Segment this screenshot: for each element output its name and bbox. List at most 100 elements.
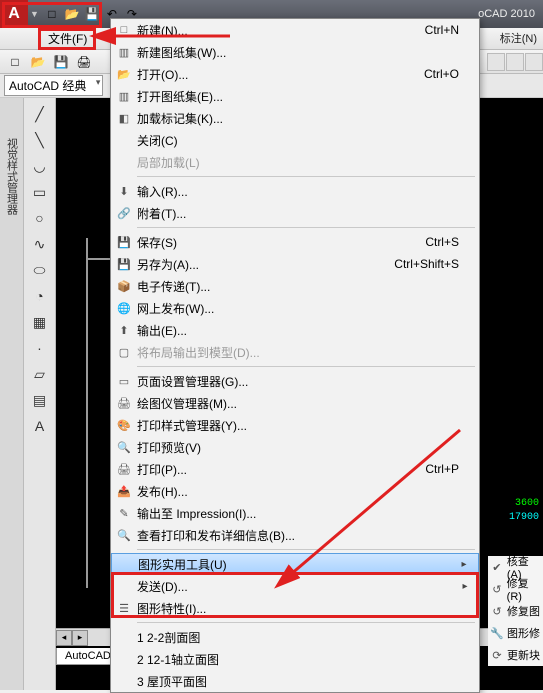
menu-etrans-label: 电子传递(T)... [137, 278, 459, 295]
scroll-left-icon[interactable]: ◂ [56, 630, 72, 646]
menu-open-short: Ctrl+O [424, 67, 459, 81]
menu-newsheet[interactable]: ▥ 新建图纸集(W)... [111, 41, 479, 63]
recover-icon: ↺ [490, 582, 504, 596]
menu-close[interactable]: 关闭(C) [111, 129, 479, 151]
impression-icon: ✎ [117, 506, 131, 520]
scroll-right-icon[interactable]: ▸ [72, 630, 88, 646]
menu-loadmarkup[interactable]: ◧加载标记集(K)... [111, 107, 479, 129]
ellipse-tool-icon[interactable]: ⬭ [30, 260, 50, 280]
menu-preview[interactable]: 🔍打印预览(V) [111, 436, 479, 458]
tb-btn-3[interactable] [525, 53, 543, 71]
right-toolbar [487, 50, 543, 74]
file-menu-dropdown: □新建(N)...Ctrl+N ▥ 新建图纸集(W)... 📂打开(O)...Ct… [110, 18, 480, 693]
menu-opensheet-label: 打开图纸集(E)... [137, 88, 459, 105]
new-icon[interactable]: □ [43, 5, 61, 23]
viewplot-icon: 🔍 [117, 528, 131, 542]
menu-plotstyle[interactable]: 🎨打印样式管理器(Y)... [111, 414, 479, 436]
visual-styles-panel[interactable]: 视觉样式管理器 [0, 98, 24, 690]
publish-icon: 📤 [117, 484, 131, 498]
menu-newsheet-label: 新建图纸集(W)... [137, 44, 459, 61]
line-tool-icon[interactable]: ╱ [30, 104, 50, 124]
menu-props-label: 图形特性(I)... [137, 600, 459, 617]
menu-recent-1[interactable]: 1 2-2剖面图 [111, 626, 479, 648]
saveas-icon: 💾 [117, 257, 131, 271]
dimension-1: 3600 [515, 498, 539, 509]
save-doc-icon[interactable]: 💾 [50, 52, 72, 72]
menu-open[interactable]: 📂打开(O)...Ctrl+O [111, 63, 479, 85]
submenu-dwgfix[interactable]: 🔧图形修 [488, 622, 543, 644]
menu-annotate[interactable]: 标注(N) [500, 30, 537, 46]
menu-saveas[interactable]: 💾另存为(A)...Ctrl+Shift+S [111, 253, 479, 275]
menu-pagesetup-label: 页面设置管理器(G)... [137, 373, 459, 390]
menu-webpub[interactable]: 🌐网上发布(W)... [111, 297, 479, 319]
open-icon[interactable]: 📂 [63, 5, 81, 23]
menu-partial: 局部加载(L) [111, 151, 479, 173]
point-tool-icon[interactable]: · [30, 338, 50, 358]
menu-send[interactable]: 发送(D)...▸ [111, 575, 479, 597]
menu-close-label: 关闭(C) [137, 132, 459, 149]
menu-preview-label: 打印预览(V) [137, 439, 459, 456]
menu-save[interactable]: 💾保存(S)Ctrl+S [111, 231, 479, 253]
open-doc-icon[interactable]: 📂 [27, 52, 49, 72]
submenu-update[interactable]: ⟳更新块 [488, 644, 543, 666]
menu-attach[interactable]: 🔗附着(T)... [111, 202, 479, 224]
menu-attach-label: 附着(T)... [137, 205, 459, 222]
menu-sep-1 [137, 176, 475, 177]
arc-tool-icon[interactable]: ◡ [30, 156, 50, 176]
recoverdwg-icon: ↺ [490, 604, 504, 618]
ellipse-arc-icon[interactable]: ◔ [30, 286, 50, 306]
export-layout-icon: ▢ [117, 345, 131, 359]
app-title: oCAD 2010 [478, 8, 535, 20]
save-icon[interactable]: 💾 [83, 5, 101, 23]
web-icon: 🌐 [117, 301, 131, 315]
menu-loadmarkup-label: 加载标记集(K)... [137, 110, 459, 127]
menu-opensheet[interactable]: ▥打开图纸集(E)... [111, 85, 479, 107]
menu-impress[interactable]: ✎ 输出至 Impression(I)... [111, 502, 479, 524]
menu-partial-label: 局部加载(L) [137, 154, 459, 171]
menu-plotter[interactable]: 🖨绘图仪管理器(M)... [111, 392, 479, 414]
menu-dwgutils-label: 图形实用工具(U) [138, 556, 458, 573]
menu-export[interactable]: ⬆输出(E)... [111, 319, 479, 341]
submenu-recoverdwg-label: 修复图 [507, 603, 540, 619]
menu-print[interactable]: 🖨打印(P)...Ctrl+P [111, 458, 479, 480]
tb-btn-2[interactable] [506, 53, 524, 71]
menu-export-label: 输出(E)... [137, 322, 459, 339]
menu-etrans[interactable]: 📦 电子传递(T)... [111, 275, 479, 297]
menu-new-label: 新建(N)... [137, 22, 425, 39]
menu-save-short: Ctrl+S [425, 235, 459, 249]
menu-pagesetup[interactable]: ▭页面设置管理器(G)... [111, 370, 479, 392]
spline-tool-icon[interactable]: ∿ [30, 234, 50, 254]
tb-btn-1[interactable] [487, 53, 505, 71]
etransmit-icon: 📦 [117, 279, 131, 293]
menu-exportlayout: ▢将布局输出到模型(D)... [111, 341, 479, 363]
menu-saveas-short: Ctrl+Shift+S [394, 257, 459, 271]
text-tool-icon[interactable]: A [30, 416, 50, 436]
props-icon: ☰ [117, 601, 131, 615]
new-doc-icon[interactable]: □ [4, 52, 26, 72]
circle-tool-icon[interactable]: ○ [30, 208, 50, 228]
print-icon[interactable]: 🖨 [73, 52, 95, 72]
menu-dwgutils[interactable]: 图形实用工具(U)▸ [111, 553, 479, 575]
region-tool-icon[interactable]: ▱ [30, 364, 50, 384]
app-logo[interactable]: A [0, 0, 28, 28]
menu-props[interactable]: ☰ 图形特性(I)... [111, 597, 479, 619]
workspace-selector[interactable]: AutoCAD 经典 [4, 75, 103, 96]
app-menu-arrow-icon[interactable]: ▼ [30, 9, 39, 19]
menu-recent-2[interactable]: 2 12-1轴立面图 [111, 648, 479, 670]
menu-impress-label: 输出至 Impression(I)... [137, 505, 459, 522]
rect-tool-icon[interactable]: ▭ [30, 182, 50, 202]
menu-recent-3[interactable]: 3 屋顶平面图 [111, 670, 479, 692]
submenu-recoverdwg[interactable]: ↺修复图 [488, 600, 543, 622]
menu-print-short: Ctrl+P [425, 462, 459, 476]
menu-viewplot[interactable]: 🔍查看打印和发布详细信息(B)... [111, 524, 479, 546]
hatch-tool-icon[interactable]: ▦ [30, 312, 50, 332]
menu-file[interactable]: 文件(F) [40, 28, 95, 49]
menu-r3-label: 3 屋顶平面图 [137, 673, 459, 690]
menu-publish[interactable]: 📤发布(H)... [111, 480, 479, 502]
submenu-recover[interactable]: ↺修复(R) [488, 578, 543, 600]
table-tool-icon[interactable]: ▤ [30, 390, 50, 410]
menu-new[interactable]: □新建(N)...Ctrl+N [111, 19, 479, 41]
menu-import[interactable]: ⬇输入(R)... [111, 180, 479, 202]
polyline-tool-icon[interactable]: ╲ [30, 130, 50, 150]
new-sheet-icon: ▥ [117, 45, 131, 59]
